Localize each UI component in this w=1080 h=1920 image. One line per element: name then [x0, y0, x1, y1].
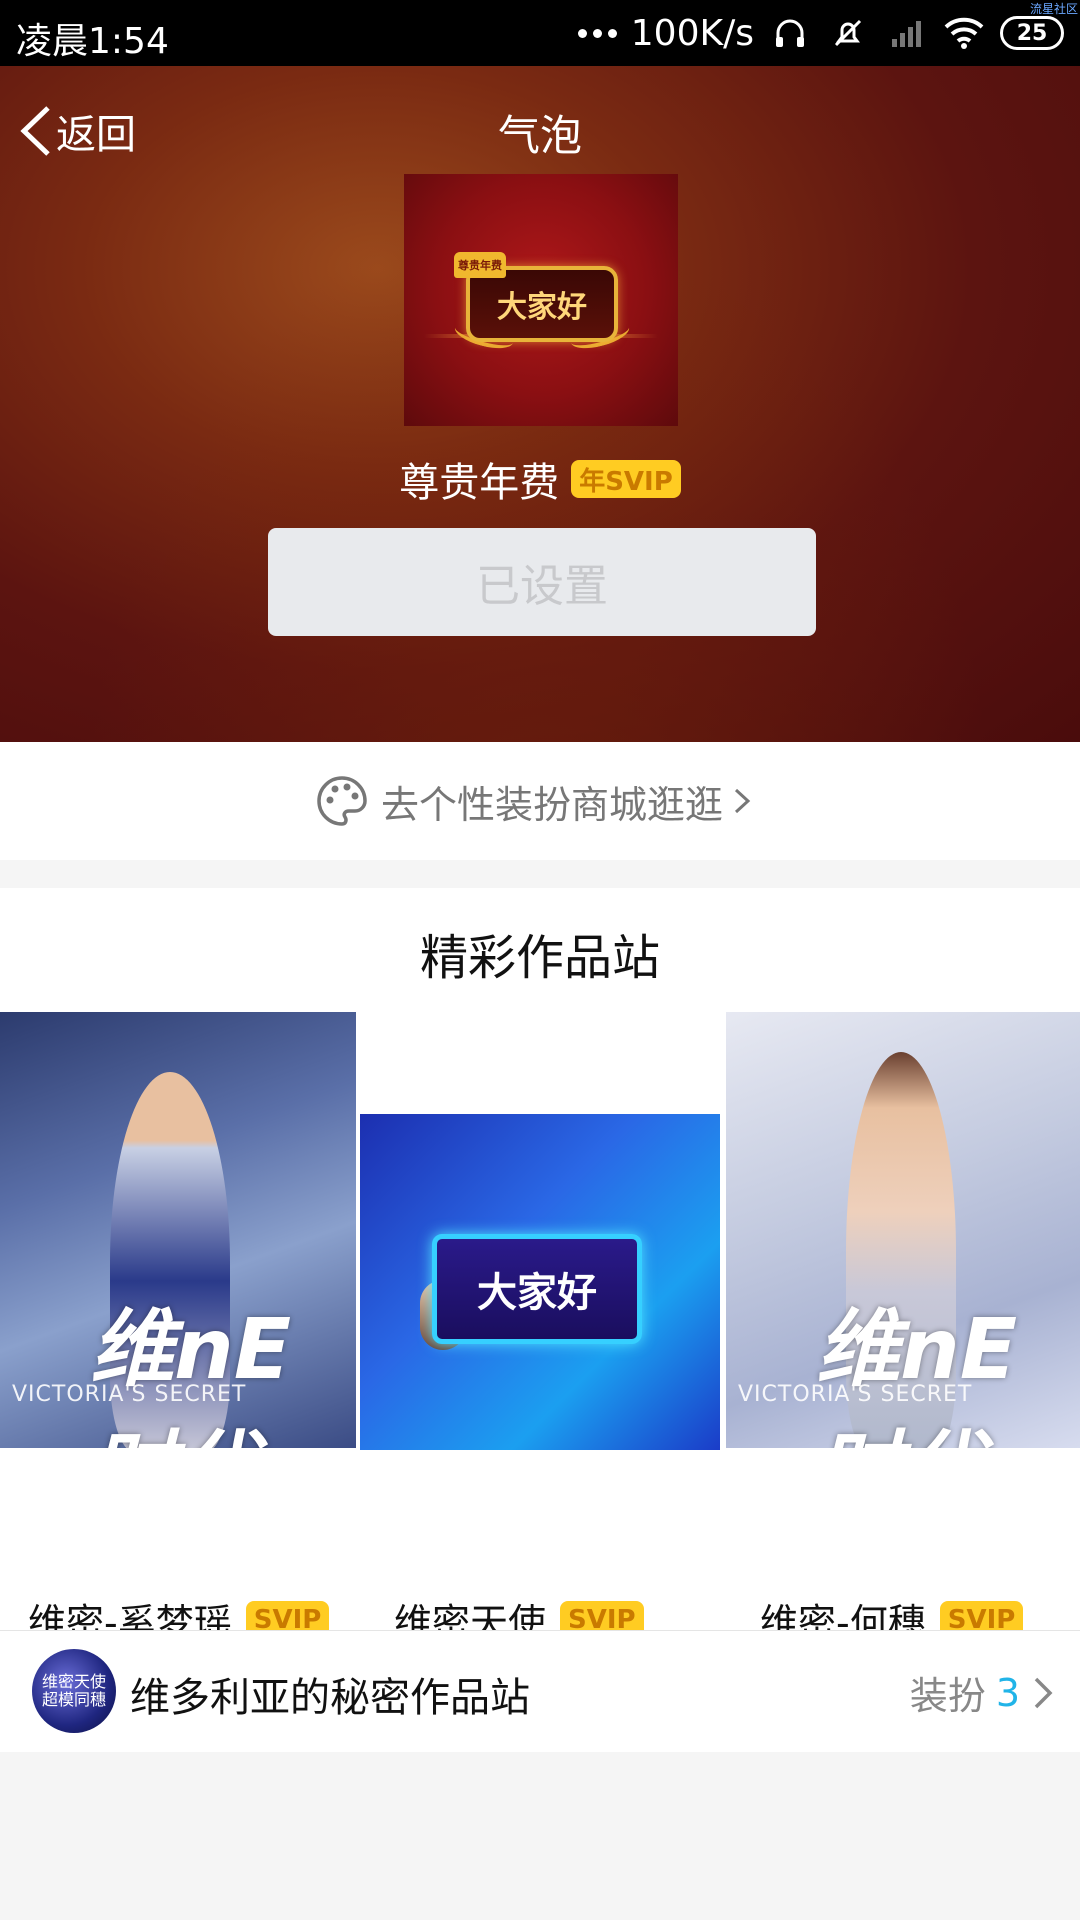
count-value: 3 [995, 1670, 1020, 1715]
bubble-preview-image: 大家好 尊贵年费 [404, 174, 678, 426]
count-label: 装扮 [909, 1674, 986, 1718]
svip-badge: 年SVIP [571, 460, 681, 498]
shop-link-label: 去个性装扮商城逛逛 [380, 782, 723, 827]
more-dots-icon [577, 28, 617, 38]
headphones-icon [768, 11, 812, 55]
card-image: 维nE时代 VICTORIA'S SECRET [726, 1012, 1080, 1448]
card-overlay-text: 维nE时代 [90, 1300, 292, 1448]
card-bubble: 大家好 [432, 1234, 642, 1344]
author-count: 装扮 3 [910, 1665, 1056, 1720]
author-row[interactable]: 维密天使 超模同穗 维多利亚的秘密作品站 装扮 3 [0, 1630, 1080, 1752]
card-image: 大家好 [360, 1114, 720, 1450]
brand-text: VICTORIA'S SECRET [738, 1382, 973, 1407]
palette-icon [317, 776, 367, 826]
network-speed: 100K/s [630, 12, 754, 54]
author-name: 维多利亚的秘密作品站 [130, 1675, 530, 1721]
status-bar: 凌晨1:54 100K/s 25 流星社区 [0, 0, 1080, 66]
card-overlay-text: 维nE时代 [816, 1300, 1018, 1448]
item-name: 尊贵年费 [399, 460, 560, 506]
chevron-right-icon [1034, 1677, 1053, 1708]
page-title: 气泡 [497, 111, 582, 160]
wifi-icon [942, 11, 986, 55]
status-icons: 100K/s 25 [577, 8, 1064, 58]
crown-icon: 尊贵年费 [454, 252, 506, 278]
brand-text: VICTORIA'S SECRET [12, 1382, 247, 1407]
battery-icon: 25 [1000, 16, 1064, 50]
signal-icon [884, 11, 928, 55]
corner-tag: 流星社区 [1029, 2, 1078, 16]
mute-bell-icon [826, 11, 870, 55]
section-title: 精彩作品站 [419, 930, 660, 986]
chevron-right-icon [734, 788, 751, 814]
avatar: 维密天使 超模同穗 [32, 1649, 116, 1733]
set-button[interactable]: 已设置 [268, 528, 816, 636]
header-banner: 返回 气泡 大家好 尊贵年费 尊贵年费 年SVIP 已设置 [0, 66, 1080, 742]
item-name-row: 尊贵年费 年SVIP [0, 450, 1080, 508]
status-time: 凌晨1:54 [16, 21, 169, 62]
shop-link[interactable]: 去个性装扮商城逛逛 [0, 742, 1080, 860]
card-image: 维nE时代 VICTORIA'S SECRET [0, 1012, 356, 1448]
works-section: 精彩作品站 维nE时代 VICTORIA'S SECRET 维密-奚梦瑶 SVI… [0, 888, 1080, 1706]
